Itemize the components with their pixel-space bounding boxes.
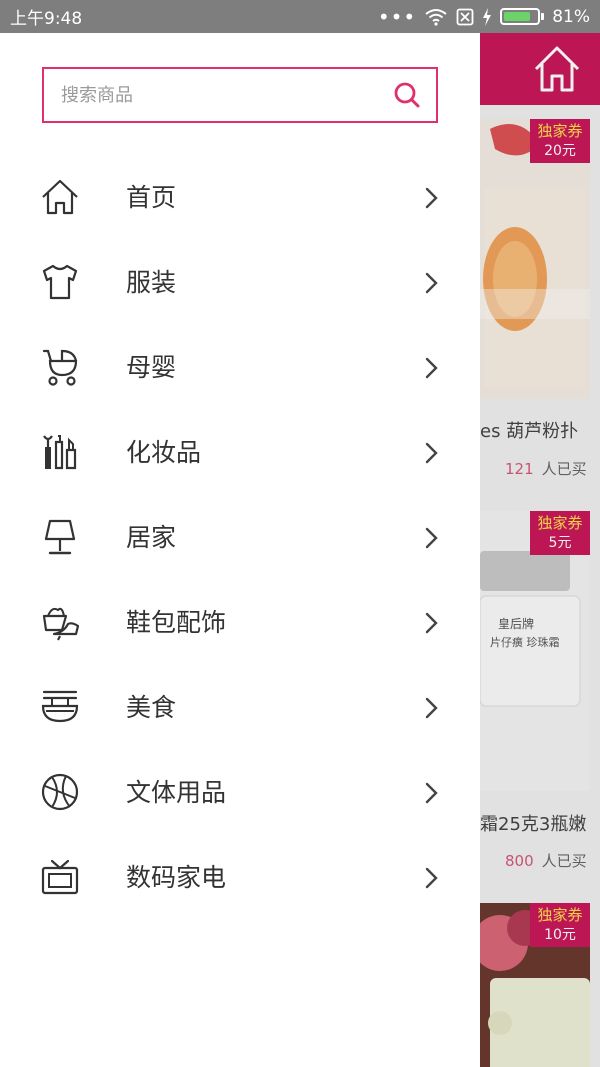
more-dots-icon: ••• — [377, 4, 417, 29]
menu-item-sports[interactable]: 文体用品 — [0, 748, 480, 833]
menu-item-food[interactable]: 美食 — [0, 663, 480, 748]
menu-item-label: 美食 — [126, 692, 177, 722]
chevron-right-icon — [425, 612, 438, 634]
battery-icon — [500, 8, 545, 25]
wifi-icon — [425, 8, 447, 26]
category-menu: 首页 服装 母婴 化妆品 居家 鞋包配饰 美食 文体用品 数码家电 — [0, 153, 480, 918]
menu-item-label: 居家 — [126, 522, 177, 552]
chevron-right-icon — [425, 187, 438, 209]
menu-item-cosmetics[interactable]: 化妆品 — [0, 408, 480, 493]
menu-item-label: 化妆品 — [126, 437, 202, 467]
tv-icon — [41, 859, 79, 895]
cosmetics-icon — [43, 435, 77, 470]
menu-item-clothing[interactable]: 服装 — [0, 238, 480, 323]
sim-off-icon — [456, 8, 474, 25]
search-input[interactable] — [61, 84, 392, 106]
food-bowl-icon — [41, 690, 79, 723]
chevron-right-icon — [425, 272, 438, 294]
home-icon — [42, 179, 78, 215]
navigation-drawer: 首页 服装 母婴 — [0, 33, 480, 1067]
menu-item-label: 文体用品 — [126, 777, 227, 807]
shoes-bag-icon — [42, 607, 80, 641]
menu-item-electronics[interactable]: 数码家电 — [0, 833, 480, 918]
status-right: ••• 81% — [378, 5, 590, 29]
chevron-right-icon — [425, 527, 438, 549]
search-box — [42, 67, 438, 123]
chevron-right-icon — [425, 867, 438, 889]
stroller-icon — [42, 349, 78, 386]
menu-item-label: 母婴 — [126, 352, 177, 382]
menu-item-label: 服装 — [126, 267, 177, 297]
status-bar: 上午9:48 ••• 81% — [0, 0, 600, 33]
chevron-right-icon — [425, 782, 438, 804]
menu-item-home-living[interactable]: 居家 — [0, 493, 480, 578]
tshirt-icon — [42, 264, 78, 300]
menu-item-label: 首页 — [126, 182, 177, 212]
menu-item-baby[interactable]: 母婴 — [0, 323, 480, 408]
lamp-icon — [44, 519, 76, 555]
battery-percent: 81% — [552, 6, 590, 27]
menu-item-label: 鞋包配饰 — [126, 607, 227, 637]
chevron-right-icon — [425, 357, 438, 379]
chevron-right-icon — [425, 442, 438, 464]
charging-icon — [483, 7, 492, 26]
search-icon[interactable] — [392, 80, 422, 110]
menu-item-label: 数码家电 — [126, 862, 227, 892]
status-time: 上午9:48 — [10, 9, 83, 29]
menu-item-shoes-bags[interactable]: 鞋包配饰 — [0, 578, 480, 663]
menu-item-home[interactable]: 首页 — [0, 153, 480, 238]
basketball-icon — [41, 773, 79, 811]
chevron-right-icon — [425, 697, 438, 719]
